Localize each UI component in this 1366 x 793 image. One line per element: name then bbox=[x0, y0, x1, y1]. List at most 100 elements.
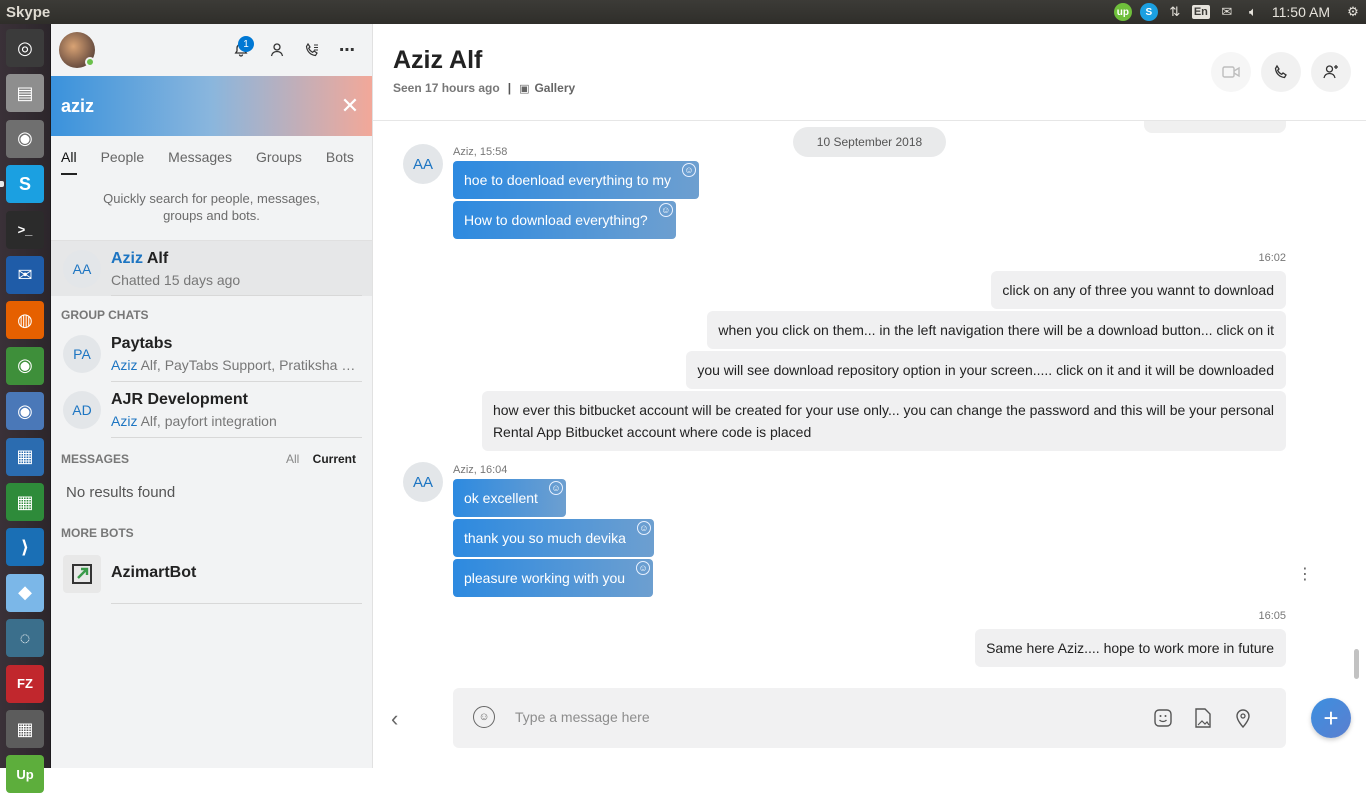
mail-icon[interactable]: ✉ bbox=[1214, 0, 1240, 24]
sticker-icon[interactable] bbox=[1151, 706, 1175, 730]
volume-icon[interactable]: 🔈︎ bbox=[1240, 0, 1266, 24]
react-emoji-icon[interactable]: ☺ bbox=[682, 163, 697, 177]
search-hint: Quickly search for people, messages, gro… bbox=[51, 178, 372, 240]
writer-icon[interactable]: ▦ bbox=[6, 437, 44, 476]
outgoing-message[interactable]: click on any of three you wannt to downl… bbox=[991, 271, 1286, 309]
contacts-icon[interactable] bbox=[263, 36, 291, 64]
outgoing-message[interactable]: how ever this bitbucket account will be … bbox=[481, 391, 1286, 451]
message-time: 16:05 bbox=[1258, 610, 1286, 622]
tab-messages[interactable]: Messages bbox=[168, 136, 232, 178]
gallery-link[interactable]: Gallery bbox=[534, 81, 575, 95]
sidebar-header: 1 ⋯ bbox=[51, 24, 372, 76]
search-hint-line2: groups and bots. bbox=[163, 208, 260, 223]
react-emoji-icon[interactable]: ☺ bbox=[548, 481, 563, 495]
mysql-workbench-icon[interactable]: ◌ bbox=[6, 619, 44, 658]
outgoing-message[interactable]: you will see download repository option … bbox=[686, 351, 1286, 389]
tab-all[interactable]: All bbox=[61, 136, 77, 178]
outgoing-message[interactable]: Same here Aziz.... hope to work more in … bbox=[975, 629, 1286, 667]
skype-icon[interactable]: S bbox=[6, 165, 44, 204]
audio-call-button[interactable] bbox=[1261, 52, 1301, 92]
messages-filters: All Current bbox=[276, 452, 356, 466]
scrollbar[interactable] bbox=[1354, 649, 1359, 679]
system-tray: up S ⇅ En ✉ 🔈︎ 11:50 AM ⚙ bbox=[1110, 0, 1366, 24]
keyboard-layout-indicator[interactable]: En bbox=[1188, 0, 1214, 24]
divider bbox=[111, 603, 362, 604]
incoming-message[interactable]: How to download everything? ☺ bbox=[453, 201, 676, 239]
react-emoji-icon[interactable]: ☺ bbox=[636, 561, 651, 575]
ubuntu-dash-icon[interactable]: ◎ bbox=[6, 29, 44, 67]
chromium-icon[interactable]: ◉ bbox=[6, 392, 44, 431]
sender-avatar[interactable]: AA bbox=[403, 462, 443, 502]
search-input[interactable] bbox=[61, 92, 321, 120]
message-time: 16:02 bbox=[1258, 252, 1286, 264]
presence-online-icon bbox=[85, 57, 95, 67]
incoming-message[interactable]: ok excellent ☺ bbox=[453, 479, 566, 517]
filezilla-icon[interactable]: FZ bbox=[6, 664, 44, 703]
clock[interactable]: 11:50 AM bbox=[1266, 4, 1340, 20]
outgoing-message[interactable]: when you click on them... in the left na… bbox=[707, 311, 1286, 349]
conversation-title[interactable]: Aziz Alf bbox=[393, 46, 482, 75]
thunderbird-icon[interactable]: ✉ bbox=[6, 256, 44, 294]
message-text: when you click on them... in the left na… bbox=[718, 322, 1274, 338]
chevron-left-icon[interactable]: ‹ bbox=[391, 706, 398, 732]
more-options-icon[interactable]: ⋯ bbox=[333, 36, 361, 64]
bot-result-azimartbot[interactable]: AzimartBot bbox=[51, 544, 372, 604]
messages-heading: MESSAGES All Current bbox=[51, 438, 372, 470]
terminal-icon[interactable]: >_ bbox=[6, 210, 44, 249]
location-pin-icon[interactable] bbox=[1231, 706, 1255, 730]
incoming-message[interactable]: pleasure working with you ☺ bbox=[453, 559, 654, 597]
emoji-icon[interactable]: ☺ bbox=[473, 706, 495, 728]
contact-result-aziz-alf[interactable]: AA Aziz Alf Chatted 15 days ago bbox=[51, 240, 372, 296]
incoming-message[interactable]: hoe to doenload everything to my ☺ bbox=[453, 161, 700, 199]
filter-all[interactable]: All bbox=[286, 452, 299, 466]
files-icon[interactable]: ▤ bbox=[6, 74, 44, 113]
message-text: How to download everything? bbox=[464, 212, 648, 228]
add-content-button[interactable]: + bbox=[1311, 698, 1351, 738]
gear-icon[interactable]: ⚙ bbox=[1340, 0, 1366, 24]
group-result-paytabs[interactable]: PA Paytabs Aziz Alf, PayTabs Support, Pr… bbox=[51, 326, 372, 382]
sender-avatar[interactable]: AA bbox=[403, 144, 443, 184]
calls-icon[interactable] bbox=[298, 36, 326, 64]
message-input[interactable] bbox=[515, 704, 1075, 730]
message-text: Same here Aziz.... hope to work more in … bbox=[986, 640, 1274, 656]
chrome-icon[interactable]: ◉ bbox=[6, 346, 44, 385]
message-text: hoe to doenload everything to my bbox=[464, 172, 672, 188]
react-emoji-icon[interactable]: ☺ bbox=[636, 521, 651, 535]
video-call-button[interactable] bbox=[1211, 52, 1251, 92]
last-seen-text: Seen 17 hours ago bbox=[393, 81, 500, 95]
incoming-message[interactable]: thank you so much devika ☺ bbox=[453, 519, 654, 557]
vscode-icon[interactable]: ⟩ bbox=[6, 528, 44, 567]
group-name: AJR Development bbox=[111, 391, 248, 408]
group-members: Aziz Alf, payfort integration bbox=[111, 413, 277, 429]
firefox-icon[interactable]: ◍ bbox=[6, 301, 44, 340]
tab-groups[interactable]: Groups bbox=[256, 136, 302, 178]
messages-heading-label: MESSAGES bbox=[61, 452, 130, 466]
upwork-launcher-icon[interactable]: Up bbox=[6, 755, 44, 793]
add-people-button[interactable] bbox=[1311, 52, 1351, 92]
react-emoji-icon[interactable]: ☺ bbox=[658, 203, 673, 217]
contact-avatar: AA bbox=[63, 249, 101, 288]
calculator-icon[interactable]: ▦ bbox=[6, 710, 44, 748]
close-search-icon[interactable]: ✕ bbox=[338, 93, 362, 118]
file-image-icon[interactable] bbox=[1191, 706, 1215, 730]
filter-current[interactable]: Current bbox=[313, 452, 356, 466]
camera-icon[interactable]: ◉ bbox=[6, 119, 44, 158]
message-text-line1: how ever this bitbucket account will be … bbox=[492, 402, 1274, 418]
message-meta: Aziz, 16:04 bbox=[453, 464, 508, 476]
conversation-header: Aziz Alf Seen 17 hours ago | ▣ Gallery bbox=[373, 24, 1366, 121]
skype-icon[interactable]: S bbox=[1136, 0, 1162, 24]
network-icon[interactable]: ⇅ bbox=[1162, 0, 1188, 24]
tab-bots[interactable]: Bots bbox=[326, 136, 354, 178]
bot-logo-icon bbox=[63, 555, 101, 593]
calc-icon[interactable]: ▦ bbox=[6, 483, 44, 521]
search-tabs: All People Messages Groups Bots bbox=[51, 136, 372, 178]
message-list[interactable]: 10 September 2018 AA Aziz, 15:58 hoe to … bbox=[373, 121, 1366, 671]
tab-people[interactable]: People bbox=[101, 136, 145, 178]
status-separator: | bbox=[507, 81, 512, 95]
upwork-icon[interactable]: up bbox=[1110, 0, 1136, 24]
group-result-ajr-development[interactable]: AD AJR Development Aziz Alf, payfort int… bbox=[51, 382, 372, 438]
box-icon[interactable]: ◆ bbox=[6, 573, 44, 612]
date-separator: 10 September 2018 bbox=[793, 127, 946, 157]
message-text: you will see download repository option … bbox=[697, 362, 1274, 378]
message-options-icon[interactable]: ⋮ bbox=[1297, 564, 1313, 584]
